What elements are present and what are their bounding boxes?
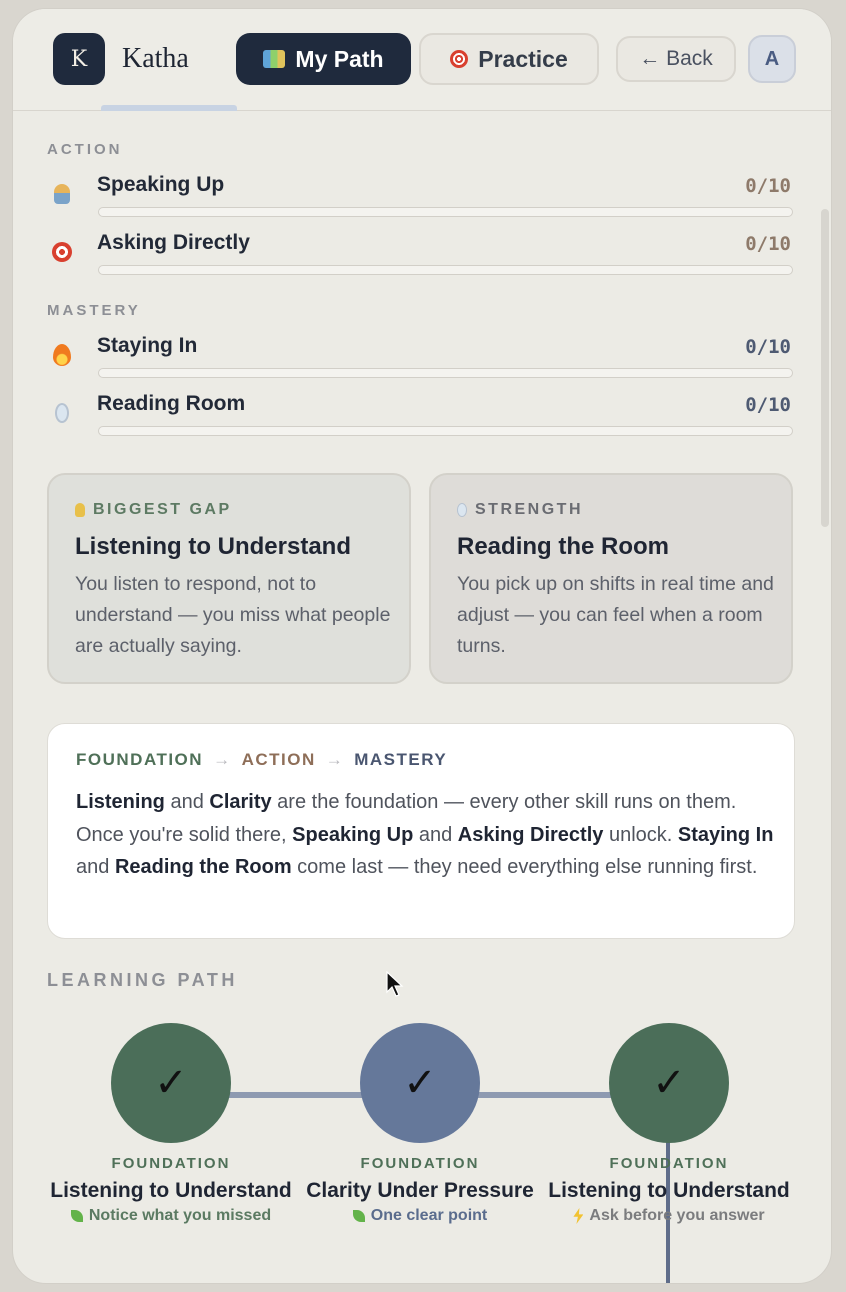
biggest-gap-card: BIGGEST GAP Listening to Understand You … [47,473,411,684]
mastery-stage: MASTERY [354,750,448,769]
path-node-label: FOUNDATION Listening to Understand Notic… [41,1155,301,1225]
node-name: Listening to Understand [50,1179,292,1202]
node-hint: One clear point [290,1207,550,1225]
back-button[interactable]: ← Back [616,36,736,82]
card-kicker: STRENGTH [457,501,583,519]
path-node-label: FOUNDATION Clarity Under Pressure One cl… [290,1155,550,1225]
skill-name: Asking Directly [97,231,250,254]
mirror-icon [51,400,73,426]
card-title: Listening to Understand [75,533,351,560]
foundation-stage: FOUNDATION [76,750,204,769]
path-node-clarity[interactable]: ✓ [360,1023,480,1143]
progression-header: FOUNDATION → ACTION → MASTERY [76,750,447,770]
skill-progress-bar [98,426,793,436]
node-name: Listening to Understand [548,1179,790,1202]
arrow-right-icon: → [325,750,345,769]
skill-score: 0/10 [745,394,791,416]
card-kicker-text: STRENGTH [475,501,583,518]
arrow-right-icon: → [213,750,232,769]
path-node-listening[interactable]: ✓ [111,1023,231,1143]
map-icon [263,50,286,68]
mouse-cursor-icon [386,971,404,997]
card-body: You pick up on shifts in real time and a… [457,573,774,657]
person-raising-hand-icon [51,181,73,207]
scrollbar-thumb[interactable] [821,209,829,527]
fire-icon [51,342,73,368]
mirror-icon [457,503,467,517]
logo-mark: K [53,33,105,85]
back-label: ← Back [639,47,713,70]
node-name: Clarity Under Pressure [306,1179,534,1202]
node-category: FOUNDATION [609,1155,729,1172]
node-hint: Notice what you missed [41,1207,301,1225]
strength-card: STRENGTH Reading the Room You pick up on… [429,473,793,684]
mastery-section-label: MASTERY [47,302,141,319]
user-avatar-button[interactable]: A [748,35,796,83]
checkmark-icon: ✓ [154,1060,188,1106]
checkmark-icon: ✓ [403,1060,437,1106]
lightbulb-icon [75,503,85,517]
practice-tab[interactable]: Practice [419,33,599,85]
card-body: You listen to respond, not to understand… [75,573,391,657]
target-icon [450,50,469,68]
checkmark-icon: ✓ [652,1060,686,1106]
card-kicker-text: BIGGEST GAP [93,501,232,518]
app-name: Katha [122,43,189,74]
lightning-icon [573,1208,584,1224]
skill-progress-bar [98,368,793,378]
my-path-label: My Path [295,45,384,72]
path-node-label: FOUNDATION Listening to Understand Ask b… [539,1155,799,1225]
skill-name: Reading Room [97,392,246,415]
skill-row-asking-directly[interactable]: Asking Directly 0/10 [47,231,795,289]
learning-path-label: LEARNING PATH [47,970,238,990]
practice-label: Practice [478,45,568,72]
node-hint: Ask before you answer [539,1207,799,1225]
sprout-icon [352,1210,365,1222]
skill-progress-bar [98,207,793,217]
path-connector [470,1092,620,1098]
card-title: Reading the Room [457,533,670,560]
skill-progression-box: FOUNDATION → ACTION → MASTERY Listening … [47,723,795,939]
skill-row-speaking-up[interactable]: Speaking Up 0/10 [47,173,795,231]
active-tab-indicator [101,105,237,111]
sprout-icon [70,1210,83,1222]
card-kicker: BIGGEST GAP [75,501,232,519]
node-category: FOUNDATION [360,1155,480,1172]
path-connector [221,1092,371,1098]
path-node-listening-2[interactable]: ✓ [609,1023,729,1143]
skill-score: 0/10 [745,233,791,255]
node-category: FOUNDATION [111,1155,231,1172]
skill-row-staying-in[interactable]: Staying In 0/10 [47,334,795,392]
app-frame: K Katha My Path Practice ← Back A ACTION… [12,8,832,1284]
skill-name: Staying In [97,334,198,357]
top-navigation-bar: K Katha My Path Practice ← Back A [13,9,831,111]
skill-score: 0/10 [745,175,791,197]
skill-name: Speaking Up [97,173,225,196]
action-section-label: ACTION [47,141,123,158]
my-path-tab[interactable]: My Path [236,33,411,85]
progression-description: Listening and Clarity are the foundation… [76,791,774,878]
target-icon [51,239,73,265]
skill-score: 0/10 [745,336,791,358]
action-stage: ACTION [241,750,316,769]
skill-progress-bar [98,265,793,275]
skill-row-reading-room[interactable]: Reading Room 0/10 [47,392,795,450]
